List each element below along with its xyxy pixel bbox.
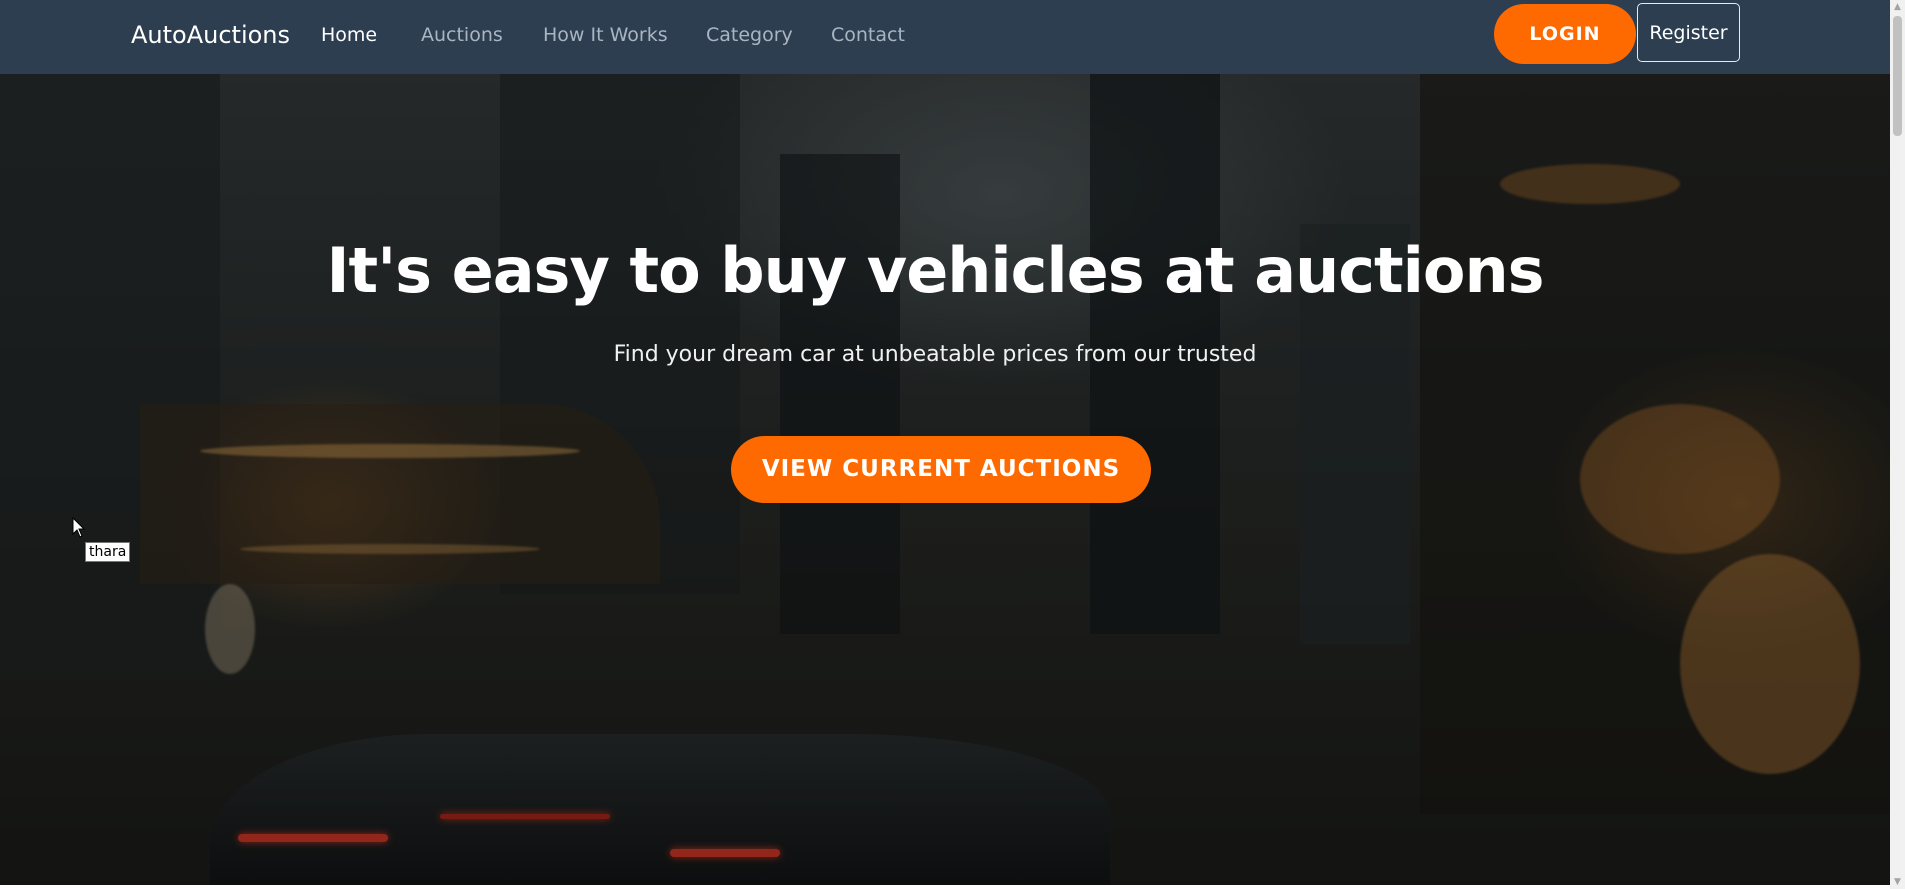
hero-section: It's easy to buy vehicles at auctions Fi… (0, 74, 1890, 889)
nav-link-contact[interactable]: Contact (831, 0, 905, 74)
hero-subtitle: Find your dream car at unbeatable prices… (613, 342, 1257, 367)
brand-logo[interactable]: AutoAuctions (131, 0, 290, 74)
mouse-pointer-icon (72, 517, 86, 538)
nav-link-category[interactable]: Category (706, 0, 793, 74)
page-viewport: AutoAuctions Home Auctions How It Works … (0, 0, 1890, 889)
top-navbar: AutoAuctions Home Auctions How It Works … (0, 0, 1890, 74)
chevron-down-icon[interactable]: ▼ (1890, 875, 1905, 889)
login-button[interactable]: LOGIN (1494, 4, 1636, 64)
nav-link-how-it-works[interactable]: How It Works (543, 0, 668, 74)
scrollbar-thumb[interactable] (1893, 16, 1902, 136)
nav-link-home[interactable]: Home (321, 0, 377, 74)
chevron-up-icon[interactable]: ▲ (1890, 0, 1905, 14)
vertical-scrollbar[interactable]: ▲ ▼ (1890, 0, 1905, 889)
register-button[interactable]: Register (1637, 3, 1740, 62)
hero-title: It's easy to buy vehicles at auctions (326, 234, 1544, 307)
view-current-auctions-button[interactable]: VIEW CURRENT AUCTIONS (731, 436, 1151, 503)
nav-link-auctions[interactable]: Auctions (421, 0, 503, 74)
page-bottom-edge (0, 885, 1890, 889)
hover-tooltip: thara (85, 542, 131, 562)
